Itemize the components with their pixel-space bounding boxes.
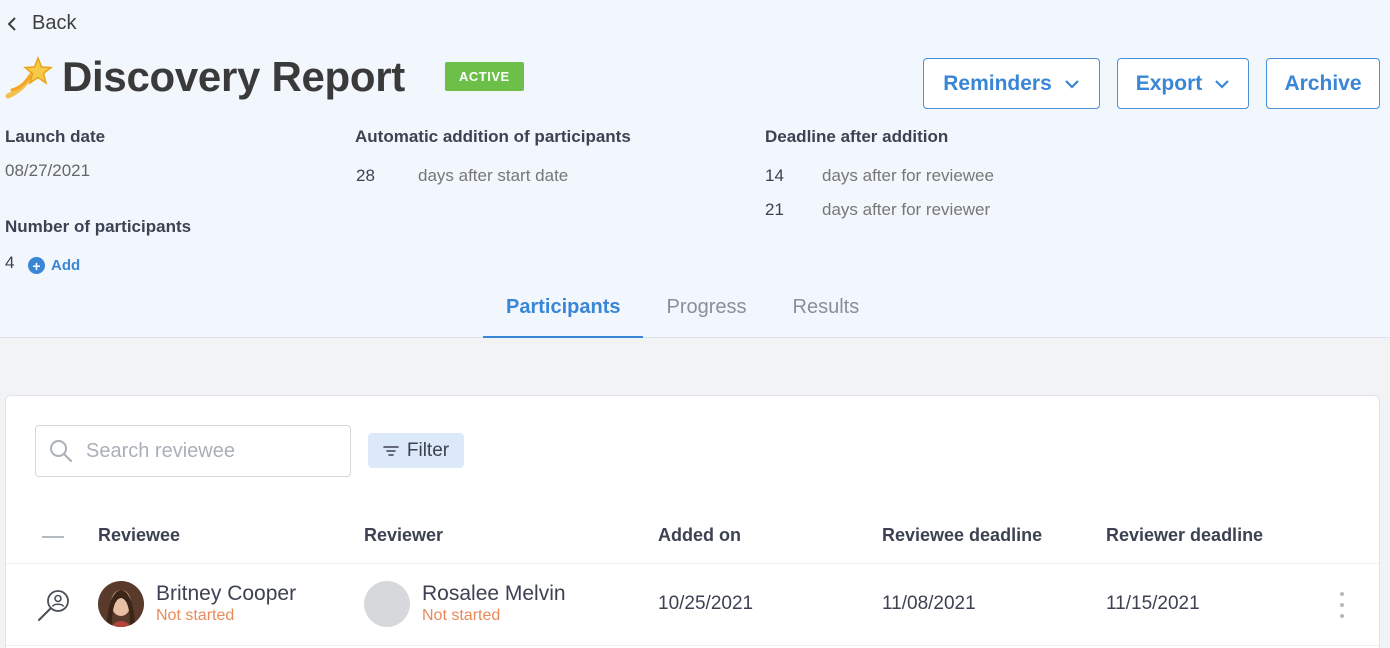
reviewer-cell: Rosalee Melvin Not started (364, 581, 566, 627)
auto-addition-label: Automatic addition of participants (355, 127, 631, 146)
deadline-label: Deadline after addition (765, 127, 949, 146)
reviewee-deadline-cell: 11/08/2021 (882, 593, 976, 614)
reviewee-name: Britney Cooper (156, 582, 297, 605)
column-reviewee[interactable]: Reviewee (98, 525, 180, 546)
add-label: Add (51, 257, 81, 274)
select-all-toggle[interactable] (42, 536, 64, 538)
chevron-down-icon (1215, 79, 1230, 89)
column-added-on[interactable]: Added on (658, 525, 741, 546)
reviewer-deadline-cell: 11/15/2021 (1106, 593, 1200, 614)
deadline-reviewee-num: 14 (765, 166, 784, 185)
page-header: Back Discovery Report ACTIVE Reminders E… (0, 0, 1390, 338)
tab-results[interactable]: Results (770, 290, 883, 338)
reviewer-name: Rosalee Melvin (422, 582, 566, 605)
plus-circle-icon: + (28, 257, 45, 274)
reminders-label: Reminders (943, 71, 1052, 95)
shooting-star-icon (5, 55, 54, 99)
participants-label: Number of participants (5, 217, 192, 236)
reviewer-status: Not started (422, 607, 501, 624)
deadline-reviewee-desc: days after for reviewee (822, 166, 994, 185)
launch-date-label: Launch date (5, 127, 106, 146)
deadline-reviewer-num: 21 (765, 200, 784, 219)
tab-participants[interactable]: Participants (483, 290, 644, 338)
filter-lines-icon (383, 445, 399, 456)
participants-card: Filter Reviewee Reviewer Added on Review… (5, 395, 1380, 648)
tab-progress[interactable]: Progress (643, 290, 769, 338)
participants-count: 4 (5, 253, 15, 272)
column-reviewee-deadline[interactable]: Reviewee deadline (882, 525, 1042, 546)
reviewee-photo (98, 581, 144, 627)
chevron-down-icon (1064, 79, 1079, 89)
deadline-reviewer-desc: days after for reviewer (822, 200, 991, 219)
launch-date-value: 08/27/2021 (5, 161, 91, 180)
reviewee-cell: Britney Cooper Not started (98, 581, 296, 627)
auto-addition-num: 28 (356, 166, 375, 185)
auto-addition-desc: days after start date (418, 166, 569, 185)
back-link[interactable]: Back (6, 12, 76, 35)
chevron-left-icon (7, 16, 16, 31)
export-button[interactable]: Export (1117, 58, 1249, 109)
filter-label: Filter (406, 439, 450, 461)
column-reviewer-deadline[interactable]: Reviewer deadline (1106, 525, 1263, 546)
tab-bar: Participants Progress Results (483, 290, 882, 338)
archive-label: Archive (1284, 71, 1362, 95)
export-label: Export (1135, 71, 1203, 95)
avatar (364, 581, 410, 627)
add-participant-link[interactable]: + Add (28, 257, 80, 274)
archive-button[interactable]: Archive (1266, 58, 1380, 109)
title-row: Discovery Report ACTIVE (4, 52, 524, 102)
header-actions: Reminders Export Archive (923, 58, 1380, 109)
reminders-button[interactable]: Reminders (923, 58, 1100, 109)
search-box (35, 425, 351, 477)
kebab-menu-icon[interactable] (1339, 592, 1345, 618)
filter-button[interactable]: Filter (368, 433, 464, 468)
table-row[interactable]: Britney Cooper Not started Rosalee Melvi… (6, 564, 1379, 646)
status-badge: ACTIVE (445, 61, 524, 91)
back-label: Back (32, 12, 77, 34)
added-on-cell: 10/25/2021 (658, 593, 754, 614)
column-reviewer[interactable]: Reviewer (364, 525, 443, 546)
avatar (98, 581, 144, 627)
table-header: Reviewee Reviewer Added on Reviewee dead… (6, 504, 1379, 564)
user-search-icon[interactable] (36, 586, 74, 624)
search-input[interactable] (86, 439, 326, 463)
search-icon (50, 440, 72, 462)
reviewee-status: Not started (156, 607, 235, 624)
page-title: Discovery Report (62, 53, 405, 100)
